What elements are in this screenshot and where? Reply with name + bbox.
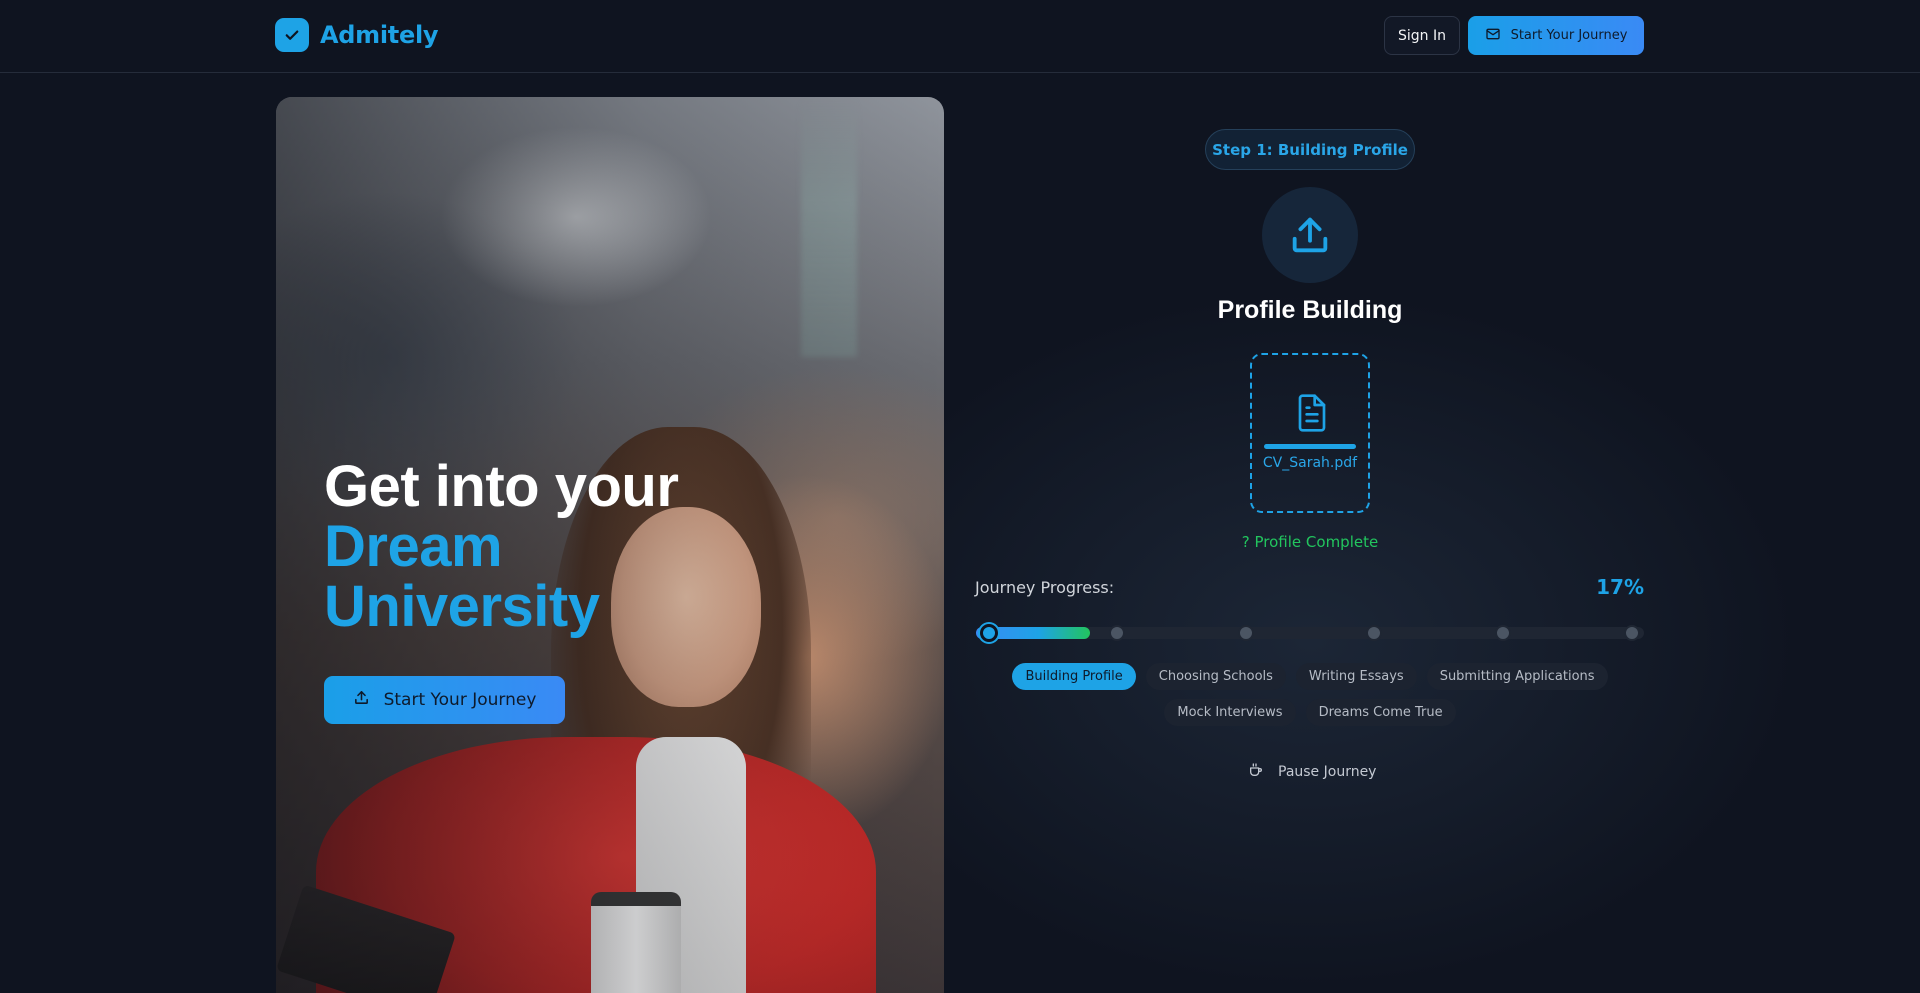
- hero-headline-line3: University: [324, 574, 600, 639]
- hero-card: Get into your Dream University Start You…: [276, 97, 944, 993]
- start-journey-hero-button[interactable]: Start Your Journey: [324, 676, 565, 724]
- stage-list: Building Profile Choosing Schools Writing …: [976, 663, 1644, 735]
- milestone-dot[interactable]: [1624, 625, 1640, 641]
- step-badge: Step 1: Building Profile: [1205, 129, 1415, 170]
- hero-headline-line1: Get into your: [324, 454, 679, 519]
- upload-progress-bar: [1264, 444, 1356, 449]
- document-icon: [1296, 393, 1328, 437]
- stage-chip[interactable]: Choosing Schools: [1145, 663, 1286, 690]
- sign-in-button[interactable]: Sign In: [1384, 16, 1460, 55]
- hero-headline-line2: Dream: [324, 514, 503, 579]
- milestone-dot[interactable]: [1108, 625, 1125, 641]
- brand-name: Admitely: [320, 21, 439, 49]
- stage-chip[interactable]: Submitting Applications: [1426, 663, 1608, 690]
- milestone-dot[interactable]: [1495, 625, 1512, 641]
- progress-label: Journey Progress:: [975, 578, 1115, 597]
- stage-chip[interactable]: Dreams Come True: [1305, 699, 1456, 726]
- start-journey-hero-label: Start Your Journey: [383, 690, 537, 710]
- progress-percent: 17%: [1596, 575, 1644, 599]
- coffee-icon: [1248, 762, 1264, 782]
- check-badge-icon: [275, 18, 309, 52]
- mail-icon: [1485, 26, 1501, 46]
- top-navbar: Admitely Sign In Start Your Journey: [0, 0, 1920, 73]
- stage-chip[interactable]: Building Profile: [1012, 663, 1136, 690]
- upload-icon: [353, 689, 370, 711]
- profile-status: ? Profile Complete: [1241, 533, 1379, 551]
- file-name: CV_Sarah.pdf: [1262, 455, 1358, 471]
- hero-headline: Get into your Dream University: [324, 457, 844, 637]
- uploaded-file-card[interactable]: CV_Sarah.pdf: [1250, 353, 1370, 513]
- stage-chip[interactable]: Mock Interviews: [1164, 699, 1296, 726]
- journey-progress-bar: [976, 624, 1644, 642]
- stage-row: Building Profile Choosing Schools Writing …: [976, 663, 1644, 690]
- milestone-dot[interactable]: [1237, 625, 1254, 641]
- stage-row: Mock Interviews Dreams Come True: [976, 699, 1644, 726]
- pause-journey-label: Pause Journey: [1278, 764, 1377, 780]
- pause-journey-button[interactable]: Pause Journey: [1248, 762, 1376, 782]
- milestone-dot[interactable]: [1366, 625, 1383, 641]
- section-title: Profile Building: [1217, 296, 1403, 324]
- stage-chip[interactable]: Writing Essays: [1295, 663, 1417, 690]
- start-journey-header-label: Start Your Journey: [1510, 28, 1628, 43]
- start-journey-header-button[interactable]: Start Your Journey: [1468, 16, 1644, 55]
- upload-icon[interactable]: [1262, 187, 1358, 283]
- milestone-dot[interactable]: [980, 624, 998, 642]
- brand-logo[interactable]: Admitely: [275, 18, 439, 52]
